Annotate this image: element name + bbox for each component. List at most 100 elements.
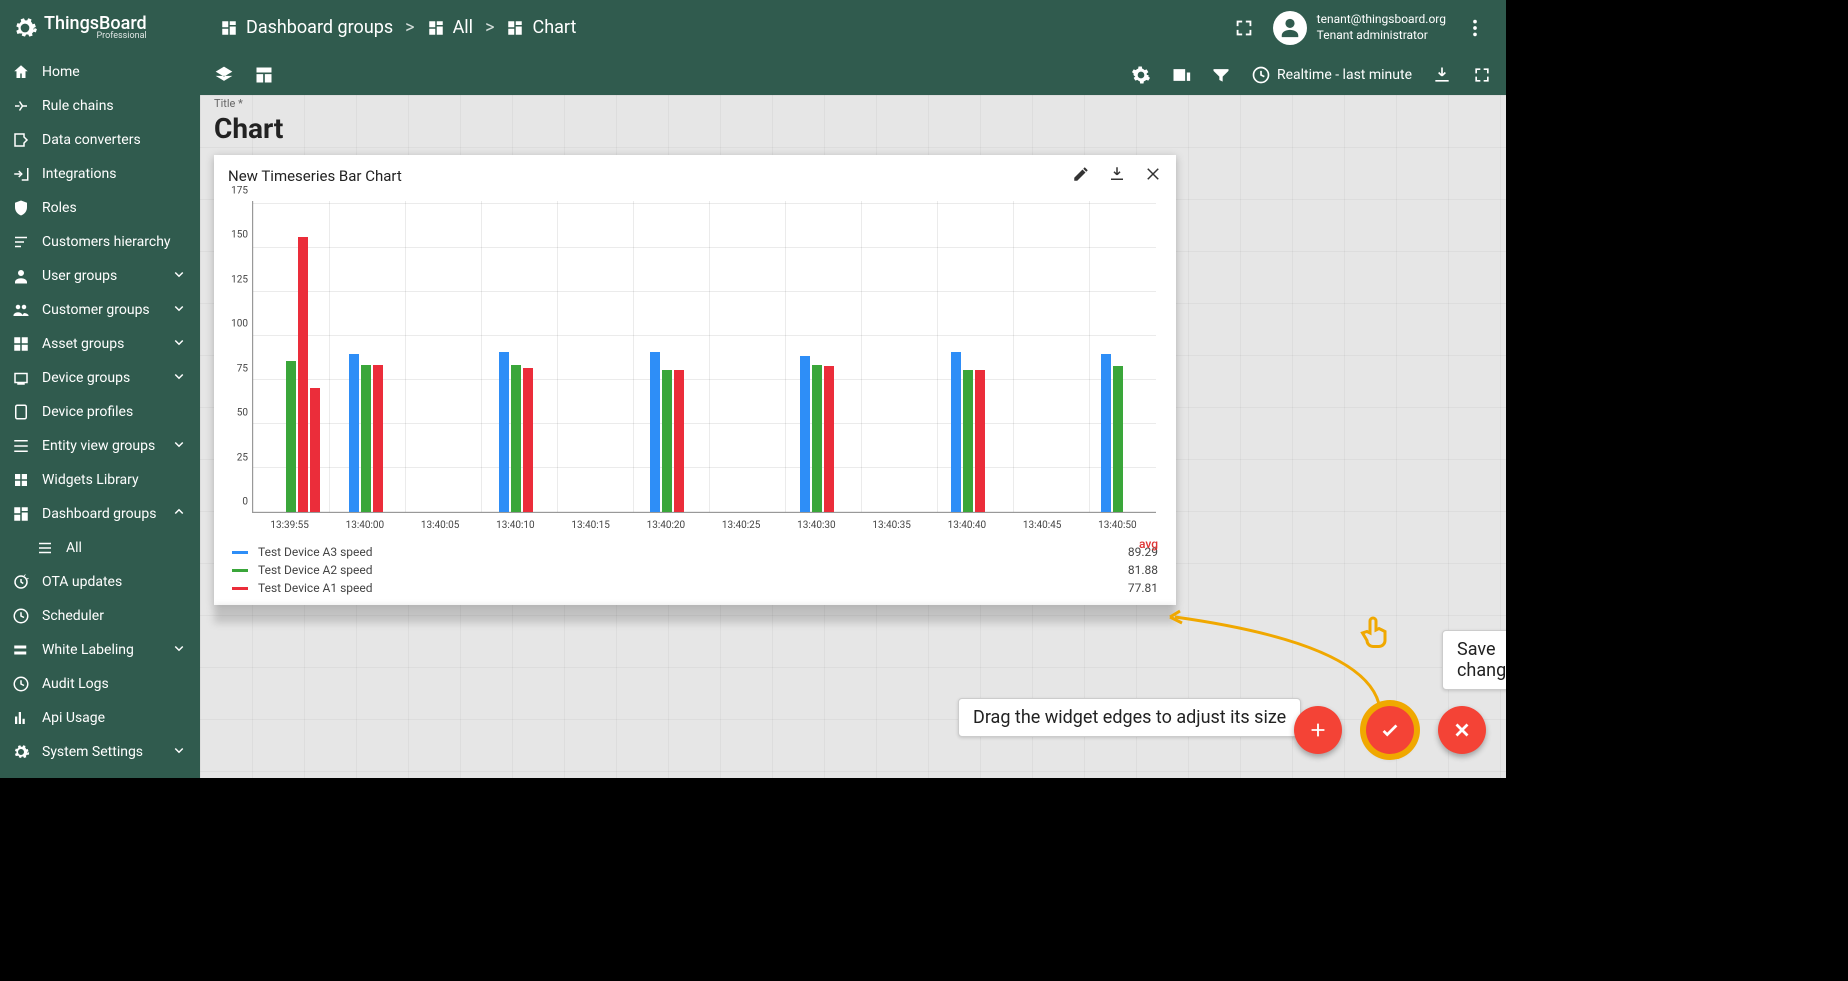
dashboard-icon	[506, 19, 524, 37]
dashboard-icon	[427, 19, 445, 37]
logo[interactable]: ThingsBoard Professional	[0, 0, 200, 55]
sidebar-item-user-groups[interactable]: User groups	[0, 259, 200, 293]
sidebar-item-customer-groups[interactable]: Customer groups	[0, 293, 200, 327]
sidebar-item-audit-logs[interactable]: Audit Logs	[0, 667, 200, 701]
bar	[1113, 366, 1123, 512]
bar	[1101, 354, 1111, 512]
chart-plot: 0255075100125150175 13:39:5513:40:0013:4…	[222, 195, 1164, 535]
sidebar-item-label: Device profiles	[42, 404, 133, 420]
sidebar-item-integrations[interactable]: Integrations	[0, 157, 200, 191]
dashboard-toolbar: Realtime - last minute	[200, 55, 1506, 95]
crumb-dashboard-groups[interactable]: Dashboard groups	[220, 17, 393, 38]
pencil-icon[interactable]	[1072, 165, 1090, 187]
crumb-all[interactable]: All	[427, 17, 474, 38]
sidebar-item-label: Api Usage	[42, 710, 105, 726]
widget-shadow	[214, 607, 1176, 623]
entity-aliases-icon[interactable]	[1171, 65, 1191, 85]
chevron-down-icon	[170, 333, 188, 355]
sidebar-item-label: Scheduler	[42, 608, 104, 624]
add-widget-button[interactable]	[1294, 706, 1342, 754]
home-icon	[12, 63, 30, 81]
layers-icon[interactable]	[214, 65, 234, 85]
gear-icon[interactable]	[1131, 65, 1151, 85]
expand-dashboard-icon[interactable]	[1233, 17, 1255, 39]
sidebar-item-device-groups[interactable]: Device groups	[0, 361, 200, 395]
legend-avg: 77.81	[1128, 581, 1158, 595]
legend-row[interactable]: Test Device A2 speed81.88	[232, 563, 1158, 577]
legend-label: Test Device A2 speed	[258, 563, 373, 577]
chevron-down-icon	[170, 299, 188, 321]
sidebar-item-rule-chains[interactable]: Rule chains	[0, 89, 200, 123]
brand-gear-icon	[12, 15, 38, 41]
sidebar-item-asset-groups[interactable]: Asset groups	[0, 327, 200, 361]
user-menu[interactable]: tenant@thingsboard.org Tenant administra…	[1273, 11, 1446, 45]
sidebar-item-home[interactable]: Home	[0, 55, 200, 89]
sidebar-item-label: Customer groups	[42, 302, 150, 318]
sidebar-item-roles[interactable]: Roles	[0, 191, 200, 225]
export-icon[interactable]	[1432, 65, 1452, 85]
chevron-down-icon	[170, 741, 188, 763]
sidebar-item-label: Widgets Library	[42, 472, 139, 488]
fullscreen-icon[interactable]	[1472, 65, 1492, 85]
profile-icon	[12, 403, 30, 421]
pointer-hand-icon	[1358, 615, 1394, 651]
sidebar-item-label: User groups	[42, 268, 117, 284]
legend-row[interactable]: Test Device A1 speed77.81	[232, 581, 1158, 595]
converters-icon	[12, 131, 30, 149]
dashboard-icon	[220, 19, 238, 37]
sidebar-item-all[interactable]: All	[0, 531, 200, 565]
sidebar-item-label: Data converters	[42, 132, 141, 148]
annotation-drag: Drag the widget edges to adjust its size	[958, 698, 1301, 737]
sidebar-item-system-settings[interactable]: System Settings	[0, 735, 200, 769]
timewindow-button[interactable]: Realtime - last minute	[1251, 65, 1412, 85]
chart-widget[interactable]: New Timeseries Bar Chart 025507510012515…	[214, 155, 1176, 605]
list-icon	[36, 539, 54, 557]
people-icon	[12, 301, 30, 319]
bar	[650, 352, 660, 512]
layout-icon[interactable]	[254, 65, 274, 85]
hierarchy-icon	[12, 233, 30, 251]
sidebar-item-scheduler[interactable]: Scheduler	[0, 599, 200, 633]
sidebar-item-label: OTA updates	[42, 574, 122, 590]
close-icon[interactable]	[1144, 165, 1162, 187]
bar	[349, 354, 359, 512]
bar	[361, 365, 371, 513]
sidebar-item-label: White Labeling	[42, 642, 134, 658]
cancel-changes-button[interactable]	[1438, 706, 1486, 754]
bar	[674, 370, 684, 512]
sidebar-item-data-converters[interactable]: Data converters	[0, 123, 200, 157]
sidebar-item-device-profiles[interactable]: Device profiles	[0, 395, 200, 429]
sidebar-item-white-labeling[interactable]: White Labeling	[0, 633, 200, 667]
sidebar-item-widgets-library[interactable]: Widgets Library	[0, 463, 200, 497]
sidebar-item-label: Dashboard groups	[42, 506, 156, 522]
user-role: Tenant administrator	[1317, 28, 1446, 44]
rules-icon	[12, 97, 30, 115]
filter-icon[interactable]	[1211, 65, 1231, 85]
crumb-chart[interactable]: Chart	[506, 17, 576, 38]
sidebar-item-label: Integrations	[42, 166, 116, 182]
bar	[951, 352, 961, 512]
clock-icon	[1251, 65, 1271, 85]
devices-icon	[12, 369, 30, 387]
avatar	[1273, 11, 1307, 45]
save-changes-button[interactable]	[1366, 706, 1414, 754]
bar	[662, 370, 672, 512]
sidebar-item-dashboard-groups[interactable]: Dashboard groups	[0, 497, 200, 531]
sidebar-item-api-usage[interactable]: Api Usage	[0, 701, 200, 735]
page-title[interactable]: Chart	[214, 112, 283, 145]
more-vert-icon[interactable]	[1464, 17, 1486, 39]
download-icon[interactable]	[1108, 165, 1126, 187]
sidebar-item-label: Entity view groups	[42, 438, 155, 454]
annotation-save: Save changes	[1442, 630, 1506, 690]
chart-legend: avg Test Device A3 speed89.29Test Device…	[214, 535, 1176, 605]
sidebar-item-entity-view-groups[interactable]: Entity view groups	[0, 429, 200, 463]
dashboard-canvas[interactable]: Title * Chart New Timeseries Bar Chart 0…	[200, 95, 1506, 778]
legend-row[interactable]: Test Device A3 speed89.29	[232, 545, 1158, 559]
crumb-separator: >	[405, 17, 414, 38]
ota-icon	[12, 573, 30, 591]
sidebar-item-ota-updates[interactable]: OTA updates	[0, 565, 200, 599]
sidebar-item-label: System Settings	[42, 744, 143, 760]
entity-icon	[12, 437, 30, 455]
sidebar-item-customers-hierarchy[interactable]: Customers hierarchy	[0, 225, 200, 259]
bar	[975, 370, 985, 512]
